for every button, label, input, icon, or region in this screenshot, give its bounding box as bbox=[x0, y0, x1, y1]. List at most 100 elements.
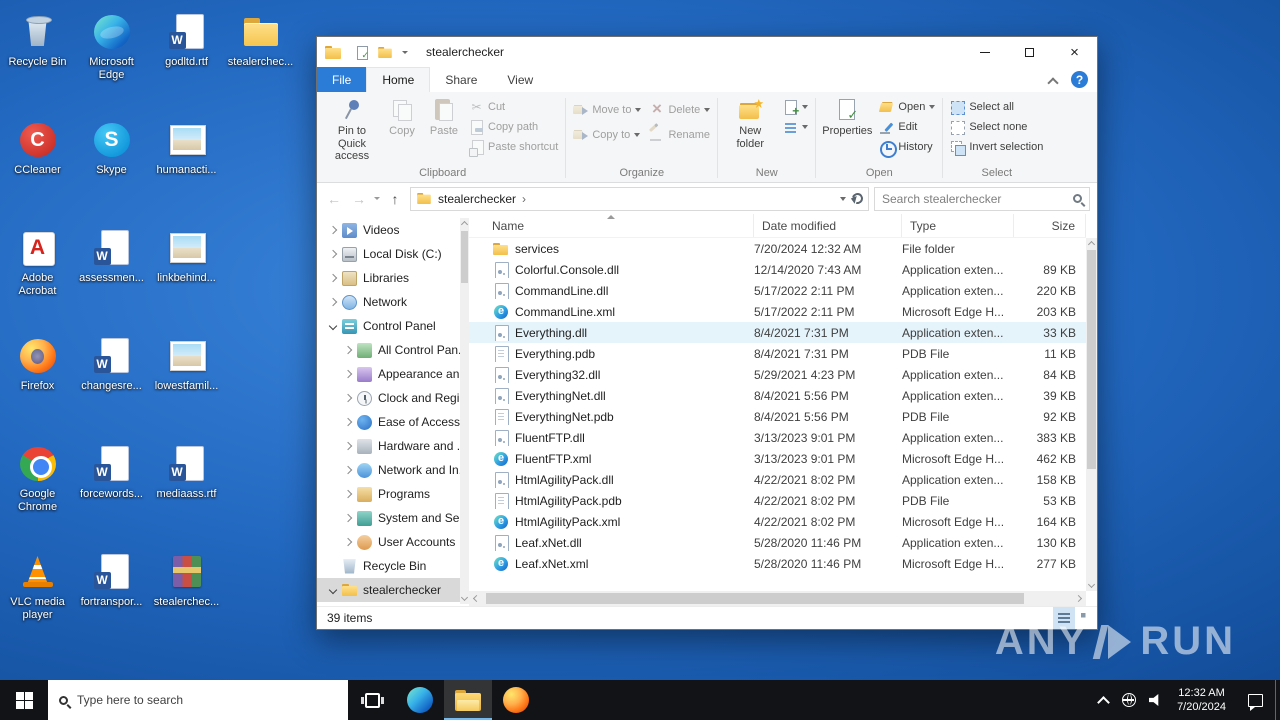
scroll-right-icon[interactable] bbox=[1075, 594, 1084, 603]
file-row[interactable]: Colorful.Console.dll 12/14/2020 7:43 AM … bbox=[469, 259, 1086, 280]
desktop-icon[interactable]: Microsoft Edge bbox=[74, 4, 149, 112]
desktop-icon[interactable]: CCleaner bbox=[0, 112, 75, 220]
easy-access-button[interactable] bbox=[779, 117, 812, 137]
paste-button[interactable]: Paste bbox=[423, 94, 465, 158]
new-folder-button[interactable]: New folder bbox=[721, 94, 779, 158]
nav-tree-item[interactable]: System and Se... bbox=[317, 506, 469, 530]
ribbon-tab[interactable]: Home bbox=[366, 67, 431, 92]
collapse-ribbon-icon[interactable] bbox=[1047, 77, 1059, 89]
forward-button[interactable]: → bbox=[349, 188, 369, 210]
tree-expander-icon[interactable] bbox=[344, 418, 353, 427]
nav-tree-item[interactable]: Network and In... bbox=[317, 458, 469, 482]
tree-expander-icon[interactable] bbox=[344, 442, 353, 451]
horizontal-scrollbar-thumb[interactable] bbox=[486, 593, 1024, 604]
desktop-icon[interactable]: assessmen... bbox=[74, 220, 149, 328]
start-button[interactable] bbox=[0, 680, 48, 720]
file-row[interactable]: CommandLine.dll 5/17/2022 2:11 PM Applic… bbox=[469, 280, 1086, 301]
ribbon-tab[interactable]: File bbox=[317, 67, 367, 92]
qat-properties-icon[interactable] bbox=[355, 45, 369, 61]
tree-expander-icon[interactable] bbox=[329, 250, 338, 259]
desktop-icon[interactable]: changesre... bbox=[74, 328, 149, 436]
task-view-button[interactable] bbox=[348, 680, 396, 720]
desktop-icon[interactable]: Skype bbox=[74, 112, 149, 220]
nav-tree-item[interactable]: Appearance an... bbox=[317, 362, 469, 386]
file-list-scrollbar-thumb[interactable] bbox=[1087, 250, 1096, 469]
file-row[interactable]: HtmlAgilityPack.dll 4/22/2021 8:02 PM Ap… bbox=[469, 469, 1086, 490]
delete-button[interactable]: Delete bbox=[645, 97, 714, 122]
file-row[interactable]: services 7/20/2024 12:32 AM File folder bbox=[469, 238, 1086, 259]
maximize-button[interactable] bbox=[1007, 37, 1052, 67]
desktop-icon[interactable]: lowestfamil... bbox=[149, 328, 224, 436]
column-header-size[interactable]: Size bbox=[1014, 214, 1086, 237]
file-row[interactable]: Everything.pdb 8/4/2021 7:31 PM PDB File… bbox=[469, 343, 1086, 364]
edit-button[interactable]: Edit bbox=[875, 117, 939, 137]
desktop-icon[interactable]: forcewords... bbox=[74, 436, 149, 544]
tree-expander-icon[interactable] bbox=[344, 538, 353, 547]
tree-expander-icon[interactable] bbox=[329, 298, 338, 307]
file-row[interactable]: Everything32.dll 5/29/2021 4:23 PM Appli… bbox=[469, 364, 1086, 385]
column-header-type[interactable]: Type bbox=[902, 214, 1014, 237]
breadcrumb-chevron-icon[interactable]: › bbox=[522, 192, 526, 206]
hidden-icons-button[interactable] bbox=[1090, 680, 1116, 720]
scroll-up-icon[interactable] bbox=[461, 220, 468, 227]
ribbon-tab[interactable]: Share bbox=[430, 67, 492, 92]
history-button[interactable]: History bbox=[875, 137, 939, 158]
taskbar-firefox-button[interactable] bbox=[492, 680, 540, 720]
file-row[interactable]: HtmlAgilityPack.xml 4/22/2021 8:02 PM Mi… bbox=[469, 511, 1086, 532]
desktop-icon[interactable]: fortranspor... bbox=[74, 544, 149, 652]
nav-tree-item[interactable]: stealerchecker bbox=[317, 578, 469, 602]
tree-expander-icon[interactable] bbox=[329, 274, 338, 283]
desktop-icon[interactable]: Recycle Bin bbox=[0, 4, 75, 112]
tree-expander-icon[interactable] bbox=[344, 490, 353, 499]
desktop-icon[interactable]: stealerchec... bbox=[149, 544, 224, 652]
tree-expander-icon[interactable] bbox=[329, 586, 338, 595]
nav-tree-item[interactable]: Control Panel bbox=[317, 314, 469, 338]
tree-expander-icon[interactable] bbox=[344, 394, 353, 403]
properties-button[interactable]: Properties bbox=[819, 94, 875, 158]
ribbon-tab[interactable]: View bbox=[492, 67, 548, 92]
close-button[interactable]: × bbox=[1052, 37, 1097, 67]
scroll-down-icon[interactable] bbox=[461, 595, 468, 602]
tree-expander-icon[interactable] bbox=[344, 466, 353, 475]
nav-tree-item[interactable]: Local Disk (C:) bbox=[317, 242, 469, 266]
file-row[interactable]: Leaf.xNet.dll 5/28/2020 11:46 PM Applica… bbox=[469, 532, 1086, 553]
nav-tree-item[interactable]: All Control Pan... bbox=[317, 338, 469, 362]
copy-button[interactable]: Copy bbox=[381, 94, 423, 158]
copy-to-button[interactable]: Copy to bbox=[569, 122, 645, 147]
select-all-button[interactable]: Select all bbox=[946, 97, 1047, 117]
nav-tree-item[interactable]: Programs bbox=[317, 482, 469, 506]
qat-dropdown-icon[interactable] bbox=[402, 50, 408, 54]
cut-button[interactable]: Cut bbox=[465, 97, 562, 117]
up-button[interactable]: ↑ bbox=[385, 188, 405, 210]
file-row[interactable]: HtmlAgilityPack.pdb 4/22/2021 8:02 PM PD… bbox=[469, 490, 1086, 511]
scroll-up-icon[interactable] bbox=[1088, 240, 1095, 247]
taskbar-search-input[interactable]: Type here to search bbox=[48, 680, 348, 720]
address-path[interactable]: stealerchecker bbox=[438, 192, 516, 206]
search-input[interactable]: Search stealerchecker bbox=[874, 186, 1090, 211]
paste-shortcut-button[interactable]: Paste shortcut bbox=[465, 137, 562, 157]
file-row[interactable]: EverythingNet.pdb 8/4/2021 5:56 PM PDB F… bbox=[469, 406, 1086, 427]
desktop-icon[interactable]: Firefox bbox=[0, 328, 75, 436]
tree-expander-icon[interactable] bbox=[329, 322, 338, 331]
open-button[interactable]: Open bbox=[875, 97, 939, 117]
file-row[interactable]: FluentFTP.dll 3/13/2023 9:01 PM Applicat… bbox=[469, 427, 1086, 448]
refresh-icon[interactable] bbox=[849, 190, 866, 207]
notification-center-button[interactable] bbox=[1235, 680, 1275, 720]
nav-tree-item[interactable]: Recycle Bin bbox=[317, 554, 469, 578]
nav-tree-item[interactable]: Videos bbox=[317, 218, 469, 242]
new-item-button[interactable] bbox=[779, 97, 812, 118]
taskbar-file-explorer-button[interactable] bbox=[444, 680, 492, 720]
desktop-icon[interactable]: mediaass.rtf bbox=[149, 436, 224, 544]
tree-expander-icon[interactable] bbox=[344, 370, 353, 379]
taskbar-edge-button[interactable] bbox=[396, 680, 444, 720]
rename-button[interactable]: Rename bbox=[645, 122, 714, 147]
nav-tree-item[interactable]: Clock and Regi... bbox=[317, 386, 469, 410]
volume-tray-button[interactable] bbox=[1142, 680, 1168, 720]
network-tray-button[interactable] bbox=[1116, 680, 1142, 720]
nav-scrollbar[interactable] bbox=[460, 218, 469, 604]
invert-selection-button[interactable]: Invert selection bbox=[946, 137, 1047, 157]
file-row[interactable]: CommandLine.xml 5/17/2022 2:11 PM Micros… bbox=[469, 301, 1086, 322]
file-row[interactable]: Leaf.xNet.xml 5/28/2020 11:46 PM Microso… bbox=[469, 553, 1086, 574]
desktop-icon[interactable]: Google Chrome bbox=[0, 436, 75, 544]
desktop-icon[interactable]: humanacti... bbox=[149, 112, 224, 220]
